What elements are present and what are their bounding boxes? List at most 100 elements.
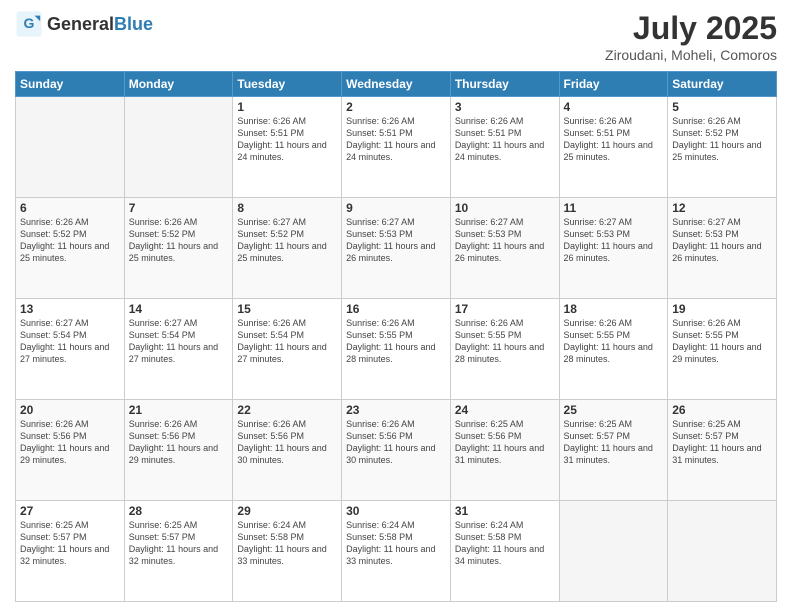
- day-number: 19: [672, 302, 772, 316]
- calendar-week-5: 27Sunrise: 6:25 AM Sunset: 5:57 PM Dayli…: [16, 501, 777, 602]
- table-row: [668, 501, 777, 602]
- table-row: 8Sunrise: 6:27 AM Sunset: 5:52 PM Daylig…: [233, 198, 342, 299]
- day-number: 4: [564, 100, 664, 114]
- title-block: July 2025 Ziroudani, Moheli, Comoros: [605, 10, 777, 63]
- day-info: Sunrise: 6:26 AM Sunset: 5:55 PM Dayligh…: [455, 317, 555, 366]
- day-info: Sunrise: 6:27 AM Sunset: 5:53 PM Dayligh…: [564, 216, 664, 265]
- day-info: Sunrise: 6:26 AM Sunset: 5:56 PM Dayligh…: [20, 418, 120, 467]
- table-row: 22Sunrise: 6:26 AM Sunset: 5:56 PM Dayli…: [233, 400, 342, 501]
- calendar-header-row: Sunday Monday Tuesday Wednesday Thursday…: [16, 72, 777, 97]
- day-number: 16: [346, 302, 446, 316]
- day-info: Sunrise: 6:27 AM Sunset: 5:53 PM Dayligh…: [455, 216, 555, 265]
- table-row: 12Sunrise: 6:27 AM Sunset: 5:53 PM Dayli…: [668, 198, 777, 299]
- calendar-week-2: 6 Sunrise: 6:26 AM Sunset: 5:52 PM Daylig…: [16, 198, 777, 299]
- table-row: [124, 97, 233, 198]
- table-row: 11Sunrise: 6:27 AM Sunset: 5:53 PM Dayli…: [559, 198, 668, 299]
- day-info: Sunrise: 6:26 AM Sunset: 5:52 PM Dayligh…: [129, 216, 229, 265]
- table-row: 3Sunrise: 6:26 AM Sunset: 5:51 PM Daylig…: [450, 97, 559, 198]
- day-number: 5: [672, 100, 772, 114]
- table-row: 4Sunrise: 6:26 AM Sunset: 5:51 PM Daylig…: [559, 97, 668, 198]
- day-number: 11: [564, 201, 664, 215]
- day-info: Sunrise: 6:26 AM Sunset: 5:51 PM Dayligh…: [564, 115, 664, 164]
- day-info: Sunrise: 6:26 AM Sunset: 5:55 PM Dayligh…: [672, 317, 772, 366]
- day-info: Sunrise: 6:27 AM Sunset: 5:53 PM Dayligh…: [672, 216, 772, 265]
- day-info: Sunrise: 6:26 AM Sunset: 5:51 PM Dayligh…: [455, 115, 555, 164]
- day-info: Sunrise: 6:27 AM Sunset: 5:53 PM Dayligh…: [346, 216, 446, 265]
- calendar-week-1: 1Sunrise: 6:26 AM Sunset: 5:51 PM Daylig…: [16, 97, 777, 198]
- calendar-week-4: 20Sunrise: 6:26 AM Sunset: 5:56 PM Dayli…: [16, 400, 777, 501]
- day-info: Sunrise: 6:24 AM Sunset: 5:58 PM Dayligh…: [455, 519, 555, 568]
- table-row: 5Sunrise: 6:26 AM Sunset: 5:52 PM Daylig…: [668, 97, 777, 198]
- day-number: 21: [129, 403, 229, 417]
- table-row: 29Sunrise: 6:24 AM Sunset: 5:58 PM Dayli…: [233, 501, 342, 602]
- day-number: 26: [672, 403, 772, 417]
- day-info: Sunrise: 6:26 AM Sunset: 5:54 PM Dayligh…: [237, 317, 337, 366]
- calendar-table: Sunday Monday Tuesday Wednesday Thursday…: [15, 71, 777, 602]
- day-number: 2: [346, 100, 446, 114]
- day-info: Sunrise: 6:27 AM Sunset: 5:54 PM Dayligh…: [129, 317, 229, 366]
- table-row: 10Sunrise: 6:27 AM Sunset: 5:53 PM Dayli…: [450, 198, 559, 299]
- table-row: 23Sunrise: 6:26 AM Sunset: 5:56 PM Dayli…: [342, 400, 451, 501]
- table-row: 17Sunrise: 6:26 AM Sunset: 5:55 PM Dayli…: [450, 299, 559, 400]
- table-row: 6Sunrise: 6:26 AM Sunset: 5:52 PM Daylig…: [16, 198, 125, 299]
- table-row: 9Sunrise: 6:27 AM Sunset: 5:53 PM Daylig…: [342, 198, 451, 299]
- day-info: Sunrise: 6:26 AM Sunset: 5:55 PM Dayligh…: [564, 317, 664, 366]
- day-info: Sunrise: 6:26 AM Sunset: 5:51 PM Dayligh…: [237, 115, 337, 164]
- table-row: 19Sunrise: 6:26 AM Sunset: 5:55 PM Dayli…: [668, 299, 777, 400]
- col-saturday: Saturday: [668, 72, 777, 97]
- table-row: 21Sunrise: 6:26 AM Sunset: 5:56 PM Dayli…: [124, 400, 233, 501]
- day-info: Sunrise: 6:25 AM Sunset: 5:57 PM Dayligh…: [672, 418, 772, 467]
- col-wednesday: Wednesday: [342, 72, 451, 97]
- day-number: 23: [346, 403, 446, 417]
- day-number: 10: [455, 201, 555, 215]
- day-number: 14: [129, 302, 229, 316]
- day-number: 8: [237, 201, 337, 215]
- day-info: Sunrise: 6:24 AM Sunset: 5:58 PM Dayligh…: [346, 519, 446, 568]
- logo-icon: G: [15, 10, 43, 38]
- day-number: 31: [455, 504, 555, 518]
- table-row: 26Sunrise: 6:25 AM Sunset: 5:57 PM Dayli…: [668, 400, 777, 501]
- day-info: Sunrise: 6:27 AM Sunset: 5:54 PM Dayligh…: [20, 317, 120, 366]
- day-info: Sunrise: 6:26 AM Sunset: 5:56 PM Dayligh…: [129, 418, 229, 467]
- page: G GeneralBlue July 2025 Ziroudani, Mohel…: [0, 0, 792, 612]
- day-number: 15: [237, 302, 337, 316]
- table-row: [559, 501, 668, 602]
- day-number: 29: [237, 504, 337, 518]
- day-number: 7: [129, 201, 229, 215]
- col-friday: Friday: [559, 72, 668, 97]
- logo-blue: Blue: [114, 14, 153, 34]
- day-info: Sunrise: 6:26 AM Sunset: 5:52 PM Dayligh…: [672, 115, 772, 164]
- col-thursday: Thursday: [450, 72, 559, 97]
- day-number: 30: [346, 504, 446, 518]
- day-number: 17: [455, 302, 555, 316]
- table-row: 20Sunrise: 6:26 AM Sunset: 5:56 PM Dayli…: [16, 400, 125, 501]
- day-number: 20: [20, 403, 120, 417]
- day-number: 6: [20, 201, 120, 215]
- table-row: 16Sunrise: 6:26 AM Sunset: 5:55 PM Dayli…: [342, 299, 451, 400]
- table-row: 31Sunrise: 6:24 AM Sunset: 5:58 PM Dayli…: [450, 501, 559, 602]
- col-sunday: Sunday: [16, 72, 125, 97]
- day-number: 28: [129, 504, 229, 518]
- table-row: 7Sunrise: 6:26 AM Sunset: 5:52 PM Daylig…: [124, 198, 233, 299]
- table-row: 24Sunrise: 6:25 AM Sunset: 5:56 PM Dayli…: [450, 400, 559, 501]
- day-info: Sunrise: 6:25 AM Sunset: 5:57 PM Dayligh…: [20, 519, 120, 568]
- day-info: Sunrise: 6:26 AM Sunset: 5:55 PM Dayligh…: [346, 317, 446, 366]
- day-info: Sunrise: 6:25 AM Sunset: 5:57 PM Dayligh…: [564, 418, 664, 467]
- day-info: Sunrise: 6:26 AM Sunset: 5:56 PM Dayligh…: [237, 418, 337, 467]
- day-number: 24: [455, 403, 555, 417]
- day-number: 3: [455, 100, 555, 114]
- svg-text:G: G: [24, 15, 35, 31]
- logo-text: GeneralBlue: [47, 14, 153, 35]
- day-info: Sunrise: 6:26 AM Sunset: 5:56 PM Dayligh…: [346, 418, 446, 467]
- table-row: 2Sunrise: 6:26 AM Sunset: 5:51 PM Daylig…: [342, 97, 451, 198]
- day-info: Sunrise: 6:27 AM Sunset: 5:52 PM Dayligh…: [237, 216, 337, 265]
- header: G GeneralBlue July 2025 Ziroudani, Mohel…: [15, 10, 777, 63]
- day-info: Sunrise: 6:24 AM Sunset: 5:58 PM Dayligh…: [237, 519, 337, 568]
- col-monday: Monday: [124, 72, 233, 97]
- table-row: 18Sunrise: 6:26 AM Sunset: 5:55 PM Dayli…: [559, 299, 668, 400]
- calendar-week-3: 13Sunrise: 6:27 AM Sunset: 5:54 PM Dayli…: [16, 299, 777, 400]
- day-number: 22: [237, 403, 337, 417]
- day-number: 9: [346, 201, 446, 215]
- calendar-title: July 2025: [605, 10, 777, 47]
- table-row: 28Sunrise: 6:25 AM Sunset: 5:57 PM Dayli…: [124, 501, 233, 602]
